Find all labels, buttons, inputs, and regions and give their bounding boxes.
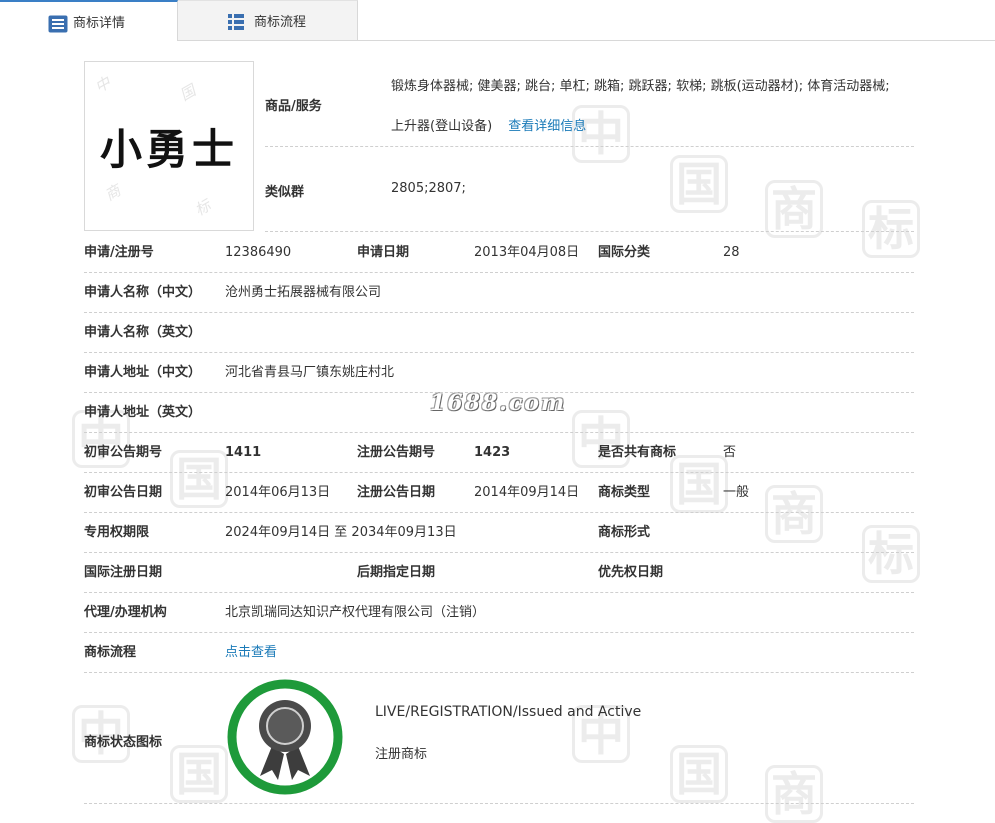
- trademark-image: 中 国 商 标 小勇士: [84, 61, 254, 231]
- goods-label: 商品/服务: [265, 99, 322, 114]
- tm-form-label: 商标形式: [598, 525, 651, 540]
- shared-value: 否: [723, 445, 737, 460]
- apply-date-value: 2013年04月08日: [474, 245, 580, 260]
- watermark-text: 商: [101, 181, 124, 205]
- similar-group-value: 2805;2807;: [391, 181, 466, 196]
- view-flow-link[interactable]: 点击查看: [225, 633, 277, 672]
- watermark-text: 标: [191, 196, 214, 220]
- grid-icon: [228, 14, 244, 34]
- goods-line-2-text: 上升器(登山设备): [391, 119, 493, 134]
- status-row: 商标状态图标 LIVE/REGISTRATION/Issued and Acti…: [84, 673, 914, 804]
- view-details-link[interactable]: 查看详细信息: [508, 119, 586, 134]
- reg-no-value: 12386490: [225, 245, 292, 260]
- similar-group-row: 类似群 2805;2807;: [265, 147, 914, 232]
- award-rosette-icon: [226, 678, 344, 800]
- detail-row: 代理/办理机构 北京凯瑞同达知识产权代理有限公司（注销）: [84, 593, 914, 633]
- intl-class-label: 国际分类: [598, 245, 651, 260]
- exclusive-value: 2024年09月14日 至 2034年09月13日: [225, 525, 457, 540]
- prelim-date-value: 2014年06月13日: [225, 485, 331, 500]
- address-cn-label: 申请人地址（中文）: [84, 365, 202, 380]
- agent-value: 北京凯瑞同达知识产权代理有限公司（注销）: [225, 605, 486, 620]
- detail-row: 申请人地址（英文）: [84, 393, 914, 433]
- status-line-2: 注册商标: [375, 747, 428, 762]
- tm-type-value: 一般: [723, 485, 750, 500]
- detail-row: 国际注册日期 后期指定日期 优先权日期: [84, 553, 914, 593]
- status-label: 商标状态图标: [84, 735, 163, 750]
- prelim-no-value: 1411: [225, 445, 262, 460]
- detail-row: 专用权期限 2024年09月14日 至 2034年09月13日 商标形式: [84, 513, 914, 553]
- tm-type-label: 商标类型: [598, 485, 651, 500]
- address-cn-value: 河北省青县马厂镇东姚庄村北: [225, 365, 395, 380]
- reg-pub-date-value: 2014年09月14日: [474, 485, 580, 500]
- tab-bar: 商标详情 商标流程: [0, 0, 995, 41]
- later-date-label: 后期指定日期: [357, 565, 436, 580]
- reg-pub-no-value: 1423: [474, 445, 511, 460]
- address-en-label: 申请人地址（英文）: [84, 405, 202, 420]
- goods-line-1: 锻炼身体器械; 健美器; 跳台; 单杠; 跳箱; 跳跃器; 软梯; 跳板(运动器…: [391, 79, 890, 94]
- tab-label: 商标详情: [73, 16, 126, 31]
- detail-row: 申请人名称（中文） 沧州勇士拓展器械有限公司: [84, 273, 914, 313]
- intl-class-value: 28: [723, 245, 740, 260]
- watermark-text: 国: [176, 81, 199, 105]
- intl-reg-date-label: 国际注册日期: [84, 565, 163, 580]
- list-icon: [48, 15, 68, 37]
- reg-pub-no-label: 注册公告期号: [357, 445, 436, 460]
- detail-row: 申请人地址（中文） 河北省青县马厂镇东姚庄村北: [84, 353, 914, 393]
- detail-row: 申请人名称（英文）: [84, 313, 914, 353]
- shared-label: 是否共有商标: [598, 445, 677, 460]
- watermark-text: 中: [91, 73, 114, 97]
- goods-line-2: 上升器(登山设备) 查看详细信息: [391, 115, 586, 134]
- tab-label: 商标流程: [254, 15, 307, 30]
- apply-date-label: 申请日期: [357, 245, 410, 260]
- detail-row: 初审公告期号 1411 注册公告期号 1423 是否共有商标 否: [84, 433, 914, 473]
- similar-group-label: 类似群: [265, 185, 305, 200]
- detail-row: 申请/注册号 12386490 申请日期 2013年04月08日 国际分类 28: [84, 233, 914, 273]
- exclusive-label: 专用权期限: [84, 525, 150, 540]
- applicant-cn-label: 申请人名称（中文）: [84, 285, 202, 300]
- applicant-en-label: 申请人名称（英文）: [84, 325, 202, 340]
- agent-label: 代理/办理机构: [84, 605, 167, 620]
- goods-services-row: 商品/服务 锻炼身体器械; 健美器; 跳台; 单杠; 跳箱; 跳跃器; 软梯; …: [265, 61, 914, 147]
- reg-no-label: 申请/注册号: [84, 245, 154, 260]
- detail-row: 商标流程 点击查看: [84, 633, 914, 673]
- applicant-cn-value: 沧州勇士拓展器械有限公司: [225, 285, 382, 300]
- prelim-no-label: 初审公告期号: [84, 445, 163, 460]
- prelim-date-label: 初审公告日期: [84, 485, 163, 500]
- status-line-1: LIVE/REGISTRATION/Issued and Active: [375, 704, 642, 720]
- detail-row: 初审公告日期 2014年06月13日 注册公告日期 2014年09月14日 商标…: [84, 473, 914, 513]
- trademark-mark-text: 小勇士: [99, 124, 238, 174]
- flow-label: 商标流程: [84, 645, 137, 660]
- tab-trademark-details[interactable]: 商标详情: [0, 0, 178, 41]
- tab-trademark-flow[interactable]: 商标流程: [178, 0, 358, 40]
- reg-pub-date-label: 注册公告日期: [357, 485, 436, 500]
- priority-date-label: 优先权日期: [598, 565, 664, 580]
